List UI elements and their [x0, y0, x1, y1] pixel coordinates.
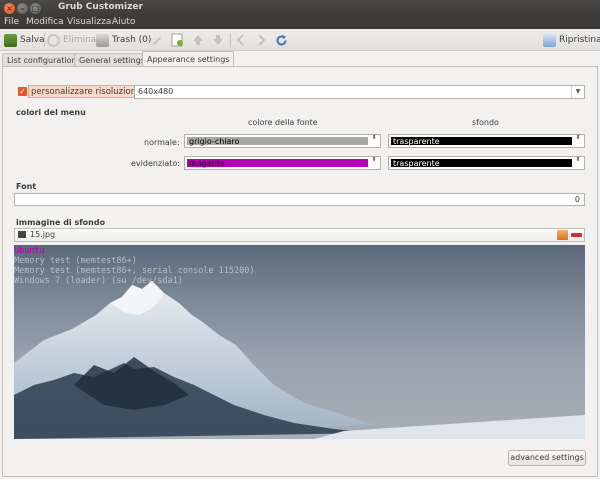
- custom-resolution-checkbox[interactable]: ✓: [18, 87, 27, 96]
- move-up-button[interactable]: [192, 32, 204, 48]
- maximize-window-icon[interactable]: □: [30, 3, 41, 14]
- tab-general-settings[interactable]: General settings: [74, 53, 150, 67]
- left-button[interactable]: [236, 32, 246, 48]
- chevron-left-icon: [236, 34, 244, 46]
- normal-background-color-swatch: trasparente: [391, 137, 572, 146]
- font-color-header: colore della fonte: [248, 118, 318, 127]
- save-button[interactable]: Salva: [4, 32, 45, 48]
- close-window-icon[interactable]: ×: [4, 3, 15, 14]
- edit-button[interactable]: [151, 32, 163, 48]
- delete-button[interactable]: Elimina: [47, 32, 96, 48]
- background-file-name: 15.jpg: [30, 230, 56, 239]
- background-image-heading: immagine di sfondo: [16, 218, 106, 227]
- add-entry-button[interactable]: [171, 32, 184, 48]
- highlight-label: evidenziato:: [131, 159, 180, 168]
- menu-colors-heading: colori del menu: [16, 108, 86, 117]
- new-document-icon: [171, 33, 183, 47]
- arrow-up-icon: [193, 35, 203, 45]
- title-bar: × – □ Grub Customizer: [0, 0, 600, 16]
- right-button[interactable]: [256, 32, 266, 48]
- arrow-down-icon: [213, 35, 223, 45]
- menu-visualizza[interactable]: Visualizza: [67, 17, 111, 27]
- pencil-icon: [153, 37, 161, 45]
- preview-entry-ubuntu: Ubuntu: [14, 246, 45, 256]
- highlight-background-color-select[interactable]: trasparente ⬍: [388, 156, 585, 170]
- restore-icon: [543, 33, 556, 47]
- resolution-value: 640x480: [138, 87, 174, 96]
- highlight-background-color-swatch: trasparente: [391, 159, 572, 168]
- toolbar-separator: [44, 33, 45, 47]
- tab-appearance-settings[interactable]: Appearance settings: [142, 51, 235, 67]
- move-down-button[interactable]: [212, 32, 224, 48]
- highlight-font-color-select[interactable]: magenta ⬍: [184, 156, 381, 170]
- spin-arrows-icon: ⬍: [371, 134, 377, 141]
- image-file-icon: [18, 231, 26, 238]
- remove-icon[interactable]: [571, 233, 582, 237]
- resolution-combo[interactable]: 640x480 ▼: [134, 85, 585, 99]
- normal-font-color-swatch: grigio-chiaro: [187, 137, 368, 146]
- custom-resolution-label[interactable]: personalizzare risoluzione:: [28, 85, 148, 98]
- highlight-font-color-swatch: magenta: [187, 159, 368, 168]
- restore-button[interactable]: Ripristina: [543, 32, 600, 48]
- background-file-chooser[interactable]: 15.jpg: [14, 228, 585, 242]
- reload-icon: [276, 34, 287, 45]
- preview-entry-windows: Windows 7 (loader) (su /dev/sda1): [14, 276, 183, 286]
- preview-entry-memtest: Memory test (memtest86+): [14, 256, 137, 266]
- tab-bar: List configuration General settings Appe…: [0, 51, 600, 67]
- trash-icon: [96, 33, 109, 47]
- toolbar-separator: [230, 33, 231, 47]
- menu-aiuto[interactable]: Aiuto: [112, 17, 135, 27]
- boot-menu-preview: Ubuntu Memory test (memtest86+) Memory t…: [14, 245, 585, 439]
- dropdown-arrow-icon: ▼: [571, 86, 584, 98]
- delete-label: Elimina: [63, 35, 97, 45]
- tab-list-configuration[interactable]: List configuration: [2, 53, 82, 67]
- spin-arrows-icon: ⬍: [575, 134, 581, 141]
- menu-bar: File Modifica Visualizza Aiuto: [0, 16, 600, 29]
- restore-label: Ripristina: [559, 35, 600, 45]
- spin-arrows-icon: ⬍: [575, 156, 581, 163]
- menu-modifica[interactable]: Modifica: [26, 17, 64, 27]
- advanced-settings-button[interactable]: advanced settings: [508, 450, 586, 466]
- chevron-right-icon: [258, 34, 266, 46]
- toolbar: Salva Elimina Trash (0) Ripristina: [0, 29, 600, 51]
- normal-background-color-select[interactable]: trasparente ⬍: [388, 134, 585, 148]
- background-header: sfondo: [472, 118, 499, 127]
- trash-label: Trash (0): [112, 35, 152, 45]
- preview-entry-memtest-serial: Memory test (memtest86+, serial console …: [14, 266, 255, 276]
- save-icon: [4, 33, 17, 47]
- font-heading: Font: [16, 182, 37, 191]
- open-folder-icon[interactable]: [557, 230, 568, 240]
- normal-label: normale:: [144, 138, 180, 147]
- window-title: Grub Customizer: [58, 2, 143, 12]
- menu-file[interactable]: File: [4, 17, 19, 27]
- minimize-window-icon[interactable]: –: [17, 3, 28, 14]
- font-chooser-button[interactable]: 0: [14, 193, 585, 206]
- save-label: Salva: [20, 35, 45, 45]
- spin-arrows-icon: ⬍: [371, 156, 377, 163]
- reload-button[interactable]: [275, 32, 288, 48]
- delete-icon: [47, 33, 60, 47]
- font-size-value: 0: [574, 195, 580, 204]
- trash-button[interactable]: Trash (0): [96, 32, 151, 48]
- normal-font-color-select[interactable]: grigio-chiaro ⬍: [184, 134, 381, 148]
